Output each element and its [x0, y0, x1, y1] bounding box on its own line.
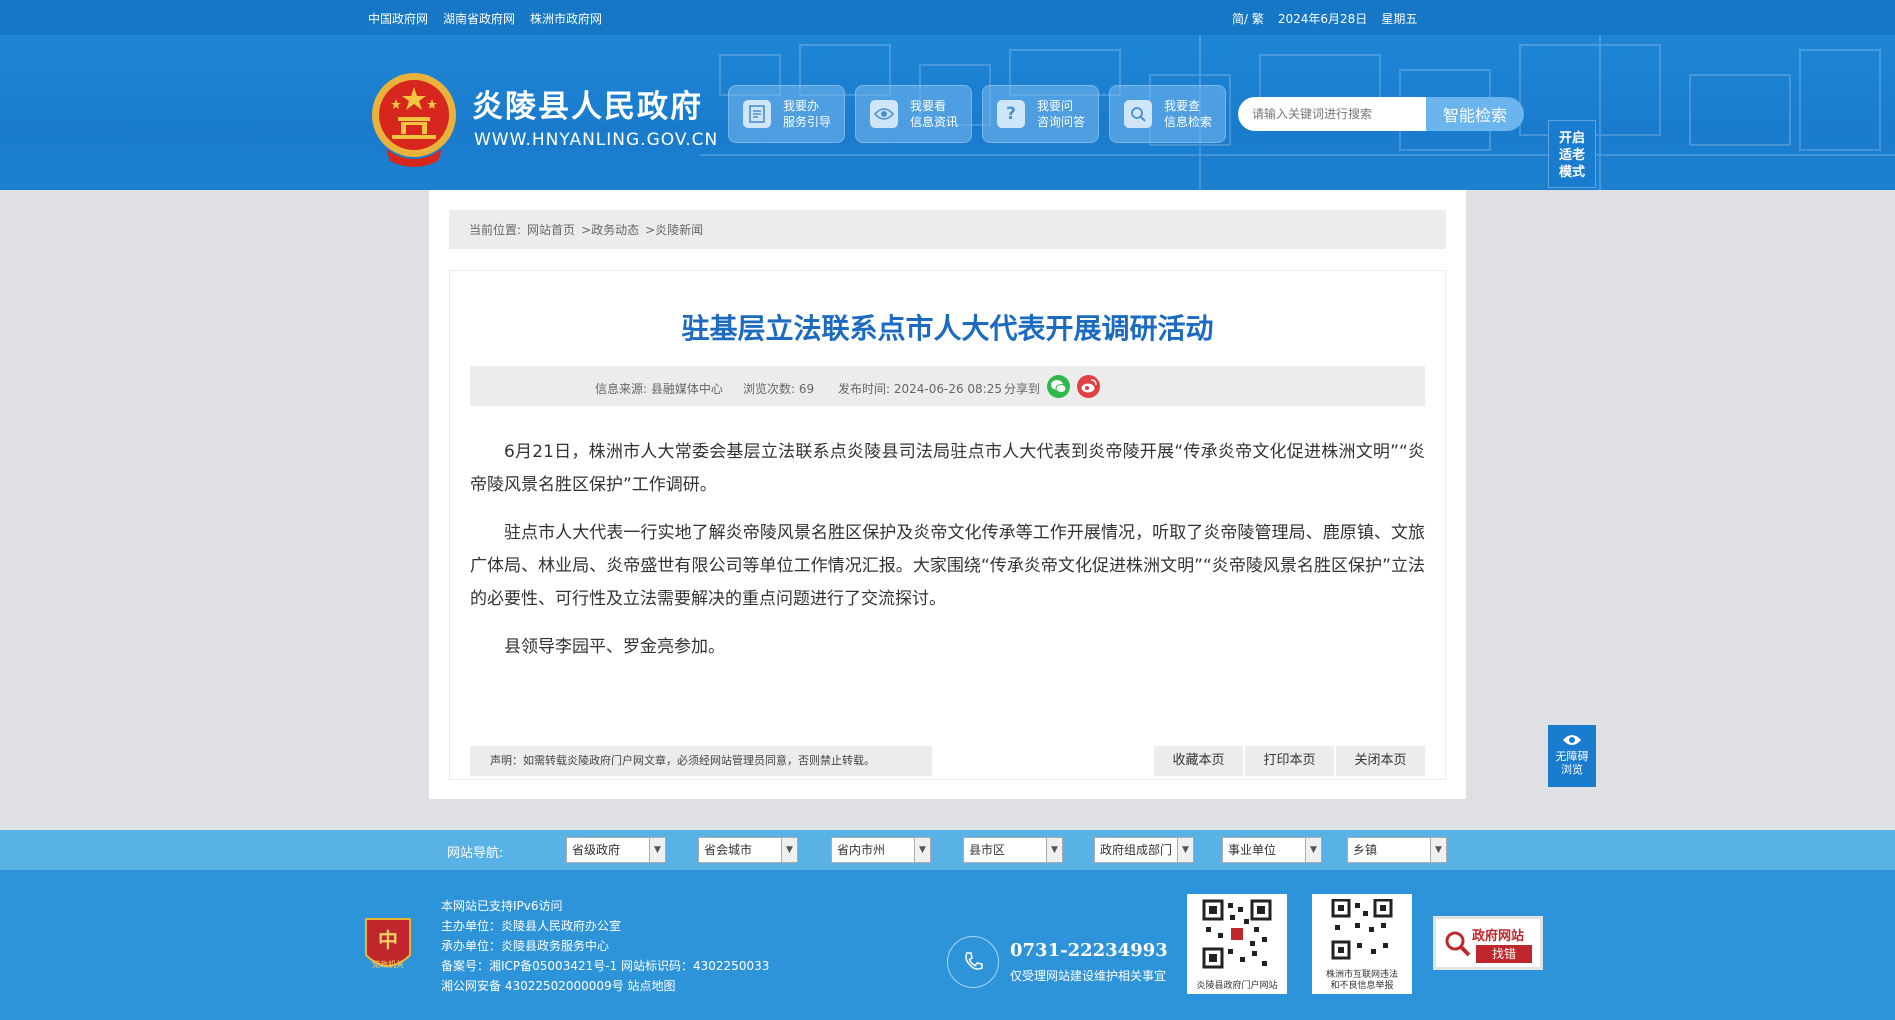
- copyright-notice: 声明：如需转载炎陵政府门户网文章，必须经网站管理员同意，否则禁止转载。: [470, 746, 932, 776]
- weibo-share-icon[interactable]: [1077, 375, 1100, 398]
- article-views: 浏览次数: 69: [743, 382, 815, 396]
- chevron-down-icon: ▼: [1305, 838, 1321, 862]
- close-page-button[interactable]: 关闭本页: [1336, 746, 1425, 776]
- qr-caption: 株洲市互联网违法 和不良信息举报: [1325, 970, 1398, 991]
- top-right: 简/ 繁 2024年6月28日 星期五: [1232, 10, 1417, 27]
- site-nav-label: 网站导航:: [447, 846, 504, 861]
- gov-site-error-report-button[interactable]: 政府网站 找错: [1433, 916, 1543, 970]
- phone-icon: [947, 936, 999, 988]
- site-name: 炎陵县人民政府: [472, 89, 703, 125]
- contact-phone: 0731-22234993: [1010, 940, 1168, 961]
- contact-phone-note: 仅受理网站建设维护相关事宜: [1010, 969, 1167, 983]
- footer-sponsor: 主办单位：炎陵县人民政府办公室: [441, 919, 622, 933]
- lang-switch[interactable]: 简/ 繁: [1232, 10, 1264, 27]
- qr-code-report[interactable]: 株洲市互联网违法 和不良信息举报: [1312, 894, 1412, 994]
- breadcrumb-home[interactable]: 网站首页: [527, 221, 575, 238]
- current-weekday: 星期五: [1381, 12, 1418, 26]
- site-url: WWW.HNYANLING.GOV.CN: [474, 130, 719, 150]
- service-nav: 我要办 服务引导 我要看 信息资讯 ? 我要问 咨询问答 我要查 信息检索: [728, 85, 1226, 143]
- article-title: 驻基层立法联系点市人大代表开展调研活动: [681, 312, 1214, 345]
- breadcrumb-prefix: 当前位置:: [469, 223, 522, 237]
- chevron-down-icon: ▼: [649, 838, 665, 862]
- chevron-down-icon: ▼: [1046, 838, 1062, 862]
- site-footer: 中 党政机关 本网站已支持IPv6访问 主办单位：炎陵县人民政府办公室 承办单位…: [0, 870, 1895, 1020]
- party-gov-badge-icon[interactable]: 中 党政机关: [362, 915, 414, 975]
- top-bar: 中国政府网 湖南省政府网 株洲市政府网 简/ 繁 2024年6月28日 星期五: [0, 0, 1895, 35]
- eye-icon: [1563, 735, 1581, 745]
- select-gov-departments[interactable]: 政府组成部门 ▼: [1094, 837, 1194, 863]
- link-hunan-gov[interactable]: 湖南省政府网: [443, 10, 515, 27]
- article-meta: 信息来源: 县融媒体中心 浏览次数: 69 发布时间: 2024-06-26 0…: [470, 366, 1425, 406]
- breadcrumb: 当前位置: 网站首页 >政务动态 >炎陵新闻: [449, 210, 1446, 249]
- eye-icon: [870, 100, 898, 128]
- select-counties[interactable]: 县市区 ▼: [963, 837, 1063, 863]
- link-central-gov[interactable]: 中国政府网: [368, 10, 428, 27]
- search-bar: 智能检索: [1238, 97, 1524, 131]
- nav-info[interactable]: 我要看 信息资讯: [855, 85, 972, 143]
- qr-code-icon: [1202, 899, 1272, 969]
- select-provincial-gov[interactable]: 省级政府 ▼: [566, 837, 666, 863]
- question-icon: ?: [997, 100, 1025, 128]
- qr-code-gov-portal[interactable]: 炎陵县政府门户网站: [1187, 894, 1287, 994]
- chevron-down-icon: ▼: [1177, 838, 1193, 862]
- breadcrumb-yanling-news[interactable]: >炎陵新闻: [645, 221, 703, 238]
- share-label: 分享到: [1004, 382, 1041, 396]
- magnifier-icon: [1445, 931, 1471, 957]
- search-button[interactable]: 智能检索: [1426, 97, 1524, 131]
- article-published: 发布时间: 2024-06-26 08:25: [838, 382, 1002, 396]
- select-province-cities[interactable]: 省内市州 ▼: [831, 837, 931, 863]
- content-panel: 当前位置: 网站首页 >政务动态 >炎陵新闻 驻基层立法联系点市人大代表开展调研…: [429, 190, 1466, 799]
- page-actions: 收藏本页 打印本页 关闭本页: [1154, 746, 1425, 776]
- article-body: 6月21日，株洲市人大常委会基层立法联系点炎陵县司法局驻点市人大代表到炎帝陵开展…: [470, 436, 1425, 679]
- print-page-button[interactable]: 打印本页: [1245, 746, 1334, 776]
- article: 驻基层立法联系点市人大代表开展调研活动 信息来源: 县融媒体中心 浏览次数: 6…: [449, 270, 1446, 780]
- current-date: 2024年6月28日: [1277, 12, 1368, 26]
- svg-text:中: 中: [378, 928, 398, 952]
- select-townships[interactable]: 乡镇 ▼: [1347, 837, 1447, 863]
- footer-info: 本网站已支持IPv6访问 主办单位：炎陵县人民政府办公室 承办单位：炎陵县政务服…: [441, 896, 769, 996]
- chevron-down-icon: ▼: [914, 838, 930, 862]
- footer-organizer: 承办单位：炎陵县政务服务中心: [441, 939, 610, 953]
- footer-ipv6: 本网站已支持IPv6访问: [441, 899, 563, 913]
- footer-police-record[interactable]: 湘公网安备 43022502000009号 站点地图: [441, 976, 769, 996]
- document-icon: [743, 100, 771, 128]
- article-source: 信息来源: 县融媒体中心: [595, 382, 723, 396]
- breadcrumb-gov-affairs[interactable]: >政务动态: [581, 221, 639, 238]
- site-nav-strip: 网站导航: 省级政府 ▼ 省会城市 ▼ 省内市州 ▼ 县市区 ▼ 政府组成部门 ▼ 事业单…: [0, 830, 1895, 870]
- bookmark-page-button[interactable]: 收藏本页: [1154, 746, 1243, 776]
- search-icon: [1124, 100, 1152, 128]
- link-zhuzhou-gov[interactable]: 株洲市政府网: [530, 10, 602, 27]
- nav-qa[interactable]: ? 我要问 咨询问答: [982, 85, 1099, 143]
- site-header: 炎陵县人民政府 WWW.HNYANLING.GOV.CN 我要办 服务引导 我要看…: [0, 35, 1895, 190]
- nav-service-guide[interactable]: 我要办 服务引导: [728, 85, 845, 143]
- chevron-down-icon: ▼: [781, 838, 797, 862]
- wechat-share-icon[interactable]: [1047, 375, 1070, 398]
- article-paragraph: 6月21日，株洲市人大常委会基层立法联系点炎陵县司法局驻点市人大代表到炎帝陵开展…: [470, 442, 1425, 495]
- select-public-institutions[interactable]: 事业单位 ▼: [1222, 837, 1322, 863]
- article-paragraph: 驻点市人大代表一行实地了解炎帝陵风景名胜区保护及炎帝文化传承等工作开展情况，听取…: [470, 523, 1425, 609]
- top-links: 中国政府网 湖南省政府网 株洲市政府网: [368, 10, 602, 27]
- qr-code-icon: [1331, 898, 1393, 960]
- national-emblem-icon: [372, 73, 456, 167]
- qr-caption: 炎陵县政府门户网站: [1196, 981, 1278, 991]
- nav-search[interactable]: 我要查 信息检索: [1109, 85, 1226, 143]
- select-capital-cities[interactable]: 省会城市 ▼: [698, 837, 798, 863]
- search-input[interactable]: [1238, 97, 1426, 131]
- chevron-down-icon: ▼: [1430, 838, 1446, 862]
- elder-mode-button[interactable]: 开启 适老 模式: [1548, 120, 1596, 188]
- article-paragraph: 县领导李园平、罗金亮参加。: [504, 637, 725, 657]
- accessibility-button[interactable]: 无障碍 浏览: [1548, 725, 1596, 787]
- footer-icp[interactable]: 备案号：湘ICP备05003421号-1 网站标识码：4302250033: [441, 956, 769, 976]
